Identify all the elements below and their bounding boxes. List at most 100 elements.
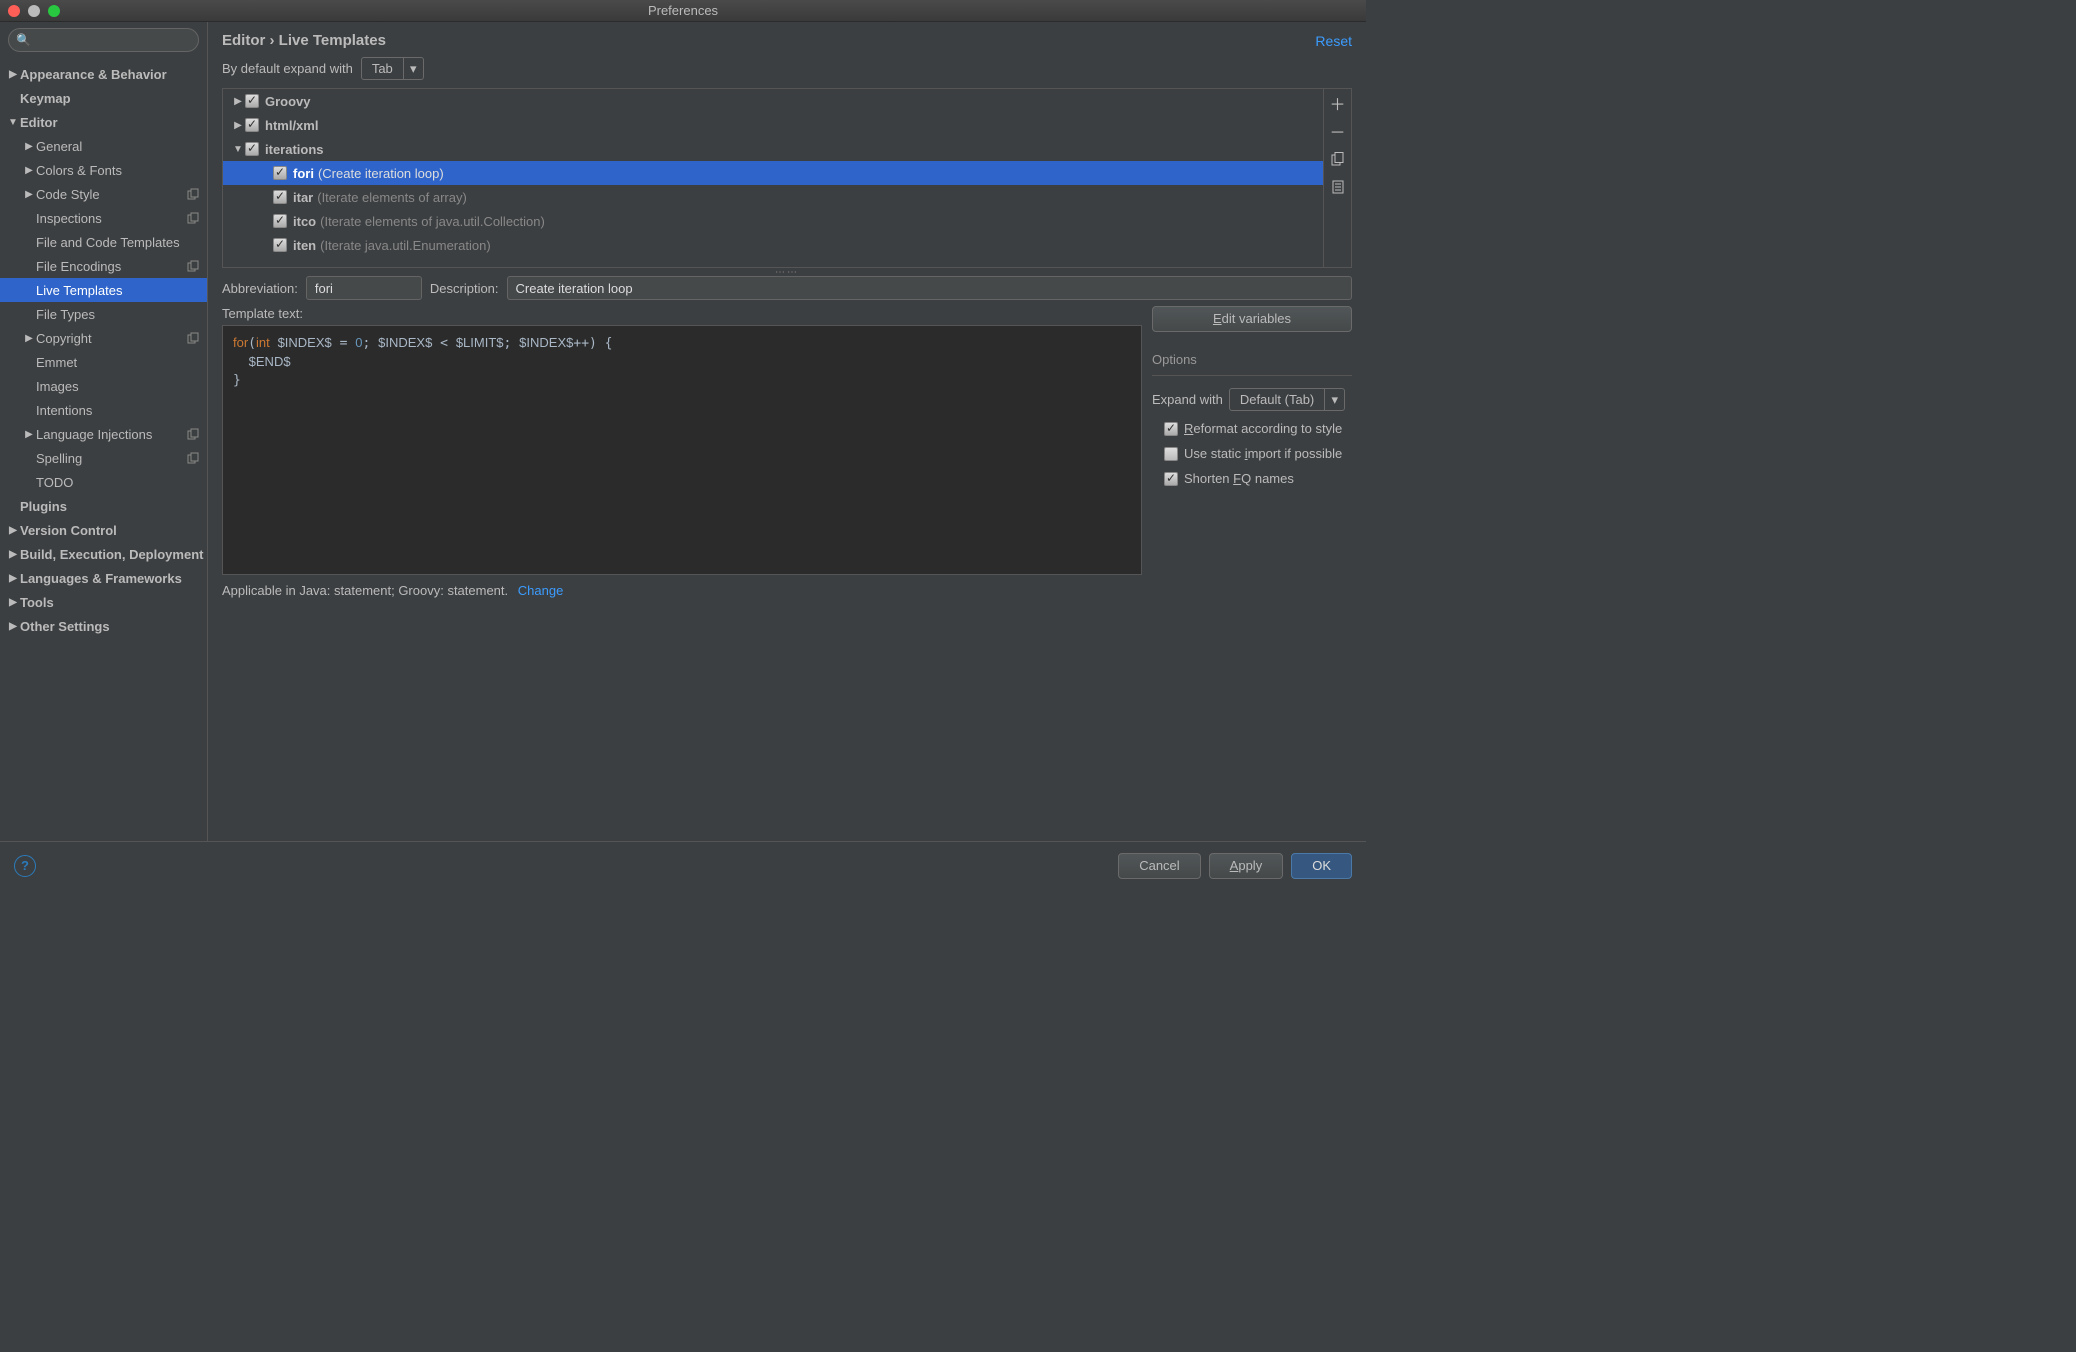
sidebar-item-emmet[interactable]: ▶Emmet: [0, 350, 207, 374]
duplicate-template-button[interactable]: [1328, 177, 1348, 197]
sidebar-item-general[interactable]: ▶General: [0, 134, 207, 158]
sidebar-item-plugins[interactable]: ▶Plugins: [0, 494, 207, 518]
group-checkbox[interactable]: [245, 142, 259, 156]
change-context-link[interactable]: Change: [518, 583, 564, 598]
chevron-right-icon: ▶: [6, 621, 20, 632]
group-checkbox[interactable]: [245, 94, 259, 108]
sidebar-item-label: Version Control: [20, 523, 117, 538]
cancel-button[interactable]: Cancel: [1118, 853, 1200, 879]
group-label: Groovy: [265, 94, 311, 109]
sidebar-item-spelling[interactable]: ▶Spelling: [0, 446, 207, 470]
sidebar-item-tools[interactable]: ▶Tools: [0, 590, 207, 614]
sidebar-item-intentions[interactable]: ▶Intentions: [0, 398, 207, 422]
expand-with-value: Default (Tab): [1230, 392, 1324, 407]
sidebar-item-languages-frameworks[interactable]: ▶Languages & Frameworks: [0, 566, 207, 590]
chevron-right-icon: ▶: [231, 96, 245, 107]
preferences-window: Preferences 🔍 ▶Appearance & Behavior▶Key…: [0, 0, 1366, 889]
static-import-checkbox[interactable]: [1164, 447, 1178, 461]
template-item-iten[interactable]: ▶iten (Iterate java.util.Enumeration): [223, 233, 1323, 257]
sidebar-item-label: Other Settings: [20, 619, 110, 634]
dialog-footer: ? Cancel ApplyApply OK: [0, 841, 1366, 889]
chevron-down-icon: ▾: [403, 58, 423, 79]
template-group-iterations[interactable]: ▼iterations: [223, 137, 1323, 161]
sidebar-item-live-templates[interactable]: ▶Live Templates: [0, 278, 207, 302]
sidebar-item-images[interactable]: ▶Images: [0, 374, 207, 398]
abbreviation-input[interactable]: [306, 276, 422, 300]
sidebar-item-language-injections[interactable]: ▶Language Injections: [0, 422, 207, 446]
shorten-fq-checkbox[interactable]: [1164, 472, 1178, 486]
description-input[interactable]: [507, 276, 1352, 300]
template-group-html-xml[interactable]: ▶html/xml: [223, 113, 1323, 137]
breadcrumb: Editor › Live Templates: [222, 32, 386, 49]
minimize-window-button[interactable]: [28, 5, 40, 17]
abbreviation-label: Abbreviation:: [222, 281, 298, 296]
template-abbr: fori: [293, 166, 314, 181]
sidebar-item-label: Plugins: [20, 499, 67, 514]
sidebar-item-copyright[interactable]: ▶Copyright: [0, 326, 207, 350]
expand-with-combo[interactable]: Default (Tab) ▾: [1229, 388, 1345, 411]
template-item-itco[interactable]: ▶itco (Iterate elements of java.util.Col…: [223, 209, 1323, 233]
options-label: Options: [1152, 352, 1352, 367]
sidebar-item-label: Copyright: [36, 331, 92, 346]
description-label: Description:: [430, 281, 499, 296]
sidebar-item-code-style[interactable]: ▶Code Style: [0, 182, 207, 206]
sidebar-item-label: Inspections: [36, 211, 102, 226]
sidebar-item-label: Editor: [20, 115, 58, 130]
search-input[interactable]: [8, 28, 199, 52]
sidebar-item-label: File Types: [36, 307, 95, 322]
sidebar-item-label: Build, Execution, Deployment: [20, 547, 203, 562]
template-checkbox[interactable]: [273, 166, 287, 180]
project-settings-icon: [187, 332, 199, 344]
sidebar-item-label: Emmet: [36, 355, 77, 370]
template-detail: Abbreviation: Description: Template text…: [222, 276, 1352, 598]
sidebar-item-other-settings[interactable]: ▶Other Settings: [0, 614, 207, 638]
sidebar-item-file-and-code-templates[interactable]: ▶File and Code Templates: [0, 230, 207, 254]
reformat-label: Reformat according to style: [1184, 421, 1342, 436]
template-item-fori[interactable]: ▶fori (Create iteration loop): [223, 161, 1323, 185]
template-text-editor[interactable]: for(int $INDEX$ = 0; $INDEX$ < $LIMIT$; …: [222, 325, 1142, 575]
sidebar-item-label: Tools: [20, 595, 54, 610]
sidebar-item-label: File and Code Templates: [36, 235, 180, 250]
edit-variables-button[interactable]: EEdit variablesdit variables: [1152, 306, 1352, 332]
sidebar-item-label: General: [36, 139, 82, 154]
sidebar-item-version-control[interactable]: ▶Version Control: [0, 518, 207, 542]
template-group-groovy[interactable]: ▶ Groovy: [223, 89, 1323, 113]
help-button[interactable]: ?: [14, 855, 36, 877]
sidebar-item-editor[interactable]: ▼Editor: [0, 110, 207, 134]
copy-template-button[interactable]: [1328, 149, 1348, 169]
template-abbr: iten: [293, 238, 316, 253]
template-abbr: itco: [293, 214, 316, 229]
sidebar-item-file-types[interactable]: ▶File Types: [0, 302, 207, 326]
splitter[interactable]: ⋯⋯: [208, 268, 1366, 276]
group-checkbox[interactable]: [245, 118, 259, 132]
sidebar-item-appearance-behavior[interactable]: ▶Appearance & Behavior: [0, 62, 207, 86]
sidebar-item-keymap[interactable]: ▶Keymap: [0, 86, 207, 110]
apply-button[interactable]: ApplyApply: [1209, 853, 1284, 879]
sidebar-item-inspections[interactable]: ▶Inspections: [0, 206, 207, 230]
template-checkbox[interactable]: [273, 190, 287, 204]
close-window-button[interactable]: [8, 5, 20, 17]
default-expand-label: By default expand with: [222, 61, 353, 76]
sidebar-item-label: TODO: [36, 475, 73, 490]
shorten-fq-label: Shorten FQ names: [1184, 471, 1294, 486]
reformat-checkbox[interactable]: [1164, 422, 1178, 436]
template-checkbox[interactable]: [273, 214, 287, 228]
window-controls: [8, 5, 60, 17]
template-item-itar[interactable]: ▶itar (Iterate elements of array): [223, 185, 1323, 209]
default-expand-combo[interactable]: Tab ▾: [361, 57, 424, 80]
preferences-sidebar: 🔍 ▶Appearance & Behavior▶Keymap▼Editor▶G…: [0, 22, 208, 841]
settings-tree[interactable]: ▶Appearance & Behavior▶Keymap▼Editor▶Gen…: [0, 58, 207, 841]
default-expand-value: Tab: [362, 61, 403, 76]
zoom-window-button[interactable]: [48, 5, 60, 17]
ok-button[interactable]: OK: [1291, 853, 1352, 879]
chevron-down-icon: ▼: [6, 117, 20, 128]
sidebar-item-colors-fonts[interactable]: ▶Colors & Fonts: [0, 158, 207, 182]
templates-tree[interactable]: ▶ Groovy ▶html/xml▼iterations▶fori (Create…: [223, 89, 1323, 267]
sidebar-item-todo[interactable]: ▶TODO: [0, 470, 207, 494]
add-template-button[interactable]: ＋: [1328, 93, 1348, 113]
reset-link[interactable]: Reset: [1315, 33, 1352, 49]
sidebar-item-file-encodings[interactable]: ▶File Encodings: [0, 254, 207, 278]
sidebar-item-build-execution-deployment[interactable]: ▶Build, Execution, Deployment: [0, 542, 207, 566]
remove-template-button[interactable]: －: [1328, 121, 1348, 141]
template-checkbox[interactable]: [273, 238, 287, 252]
